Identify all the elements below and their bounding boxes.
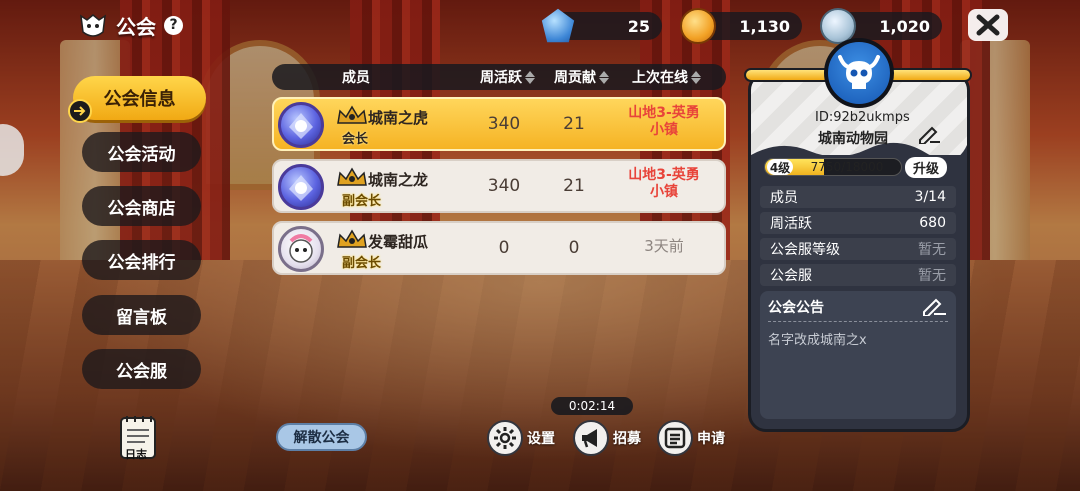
apply-label: 申请 (697, 431, 725, 447)
close-icon (976, 14, 1000, 36)
gem-amount: 25 (627, 16, 650, 36)
member-table-header: 成员 周活跃 周贡献 上次在线 (272, 64, 726, 90)
weekly-active-value: 340 (487, 114, 521, 134)
sort-icon (525, 70, 535, 84)
weekly-active-value: 0 (498, 238, 510, 258)
nav-guild-ranking[interactable]: 公会排行 (82, 240, 201, 280)
crown-badge-icon (337, 167, 367, 186)
gem-counter[interactable]: 25 (541, 8, 662, 43)
megaphone-icon (573, 420, 609, 456)
col-member: 成员 (342, 70, 370, 86)
stat-guild-server: 公会服 暂无 (760, 264, 956, 286)
page-title: 公会 (116, 14, 156, 39)
guild-logo-icon (80, 14, 106, 37)
log-button[interactable]: 日志 (117, 414, 159, 464)
horned-skull-icon (838, 55, 880, 89)
stat-value: 暂无 (918, 268, 946, 284)
last-online-value: 山地3-英勇 小镇 (614, 167, 714, 201)
table-row[interactable]: 城南之龙 副会长 340 21 山地3-英勇 小镇 (272, 159, 726, 213)
avatar (278, 226, 324, 272)
nav-guild-activity[interactable]: 公会活动 (82, 132, 201, 172)
divider (768, 321, 948, 322)
stat-weekly-active: 周活跃 680 (760, 212, 956, 234)
col-last-online-label: 上次在线 (632, 70, 688, 86)
recruit-label: 招募 (613, 431, 641, 447)
crown-badge-icon (337, 105, 367, 124)
guild-notice: 公会公告 名字改成城南之x (760, 291, 956, 419)
col-weekly-active-label: 周活跃 (480, 70, 522, 86)
guild-name: 城南动物园 (818, 131, 888, 147)
stat-members: 成员 3/14 (760, 186, 956, 208)
last-online-line-1: 山地3-英勇 (628, 167, 700, 183)
table-row[interactable]: 发霉甜瓜 副会长 0 0 3天前 (272, 221, 726, 275)
coin-icon (680, 8, 716, 44)
edit-pencil-icon[interactable] (920, 296, 946, 316)
last-online-value: 山地3-英勇 小镇 (614, 105, 714, 139)
log-label: 日志 (125, 448, 147, 461)
nav-guild-info[interactable]: 公会信息 (73, 76, 206, 120)
member-role: 副会长 (342, 194, 382, 209)
stat-value: 3/14 (914, 189, 946, 205)
gear-icon (487, 420, 523, 456)
stat-label: 成员 (770, 190, 798, 206)
notice-title: 公会公告 (768, 300, 824, 316)
countdown-timer: 0:02:14 (551, 397, 633, 415)
upgrade-button[interactable]: 升级 (905, 157, 947, 178)
settings-label: 设置 (527, 431, 555, 447)
stat-value: 暂无 (918, 242, 946, 258)
last-online-line-2: 小镇 (650, 184, 678, 200)
disband-guild-button[interactable]: 解散公会 (276, 423, 367, 451)
list-icon (657, 420, 693, 456)
last-online-line-1: 山地3-英勇 (628, 105, 700, 121)
avatar (278, 102, 324, 148)
member-role: 会长 (342, 132, 369, 147)
avatar (278, 164, 324, 210)
weekly-active-value: 340 (487, 176, 521, 196)
recruit-button[interactable]: 招募 (573, 420, 641, 456)
last-online-value: 3天前 (644, 237, 684, 255)
guild-level-badge: 4级 (767, 159, 793, 175)
col-weekly-active-sort[interactable]: 周活跃 (480, 64, 535, 90)
crown-badge-icon (337, 229, 367, 248)
member-role: 副会长 (342, 256, 382, 271)
help-icon[interactable]: ? (164, 15, 183, 35)
apply-button[interactable]: 申请 (657, 420, 725, 456)
notice-text: 名字改成城南之x (768, 333, 867, 348)
stat-label: 公会服 (770, 268, 812, 284)
weekly-contrib-value: 21 (563, 114, 585, 134)
weekly-contrib-value: 21 (563, 176, 585, 196)
col-weekly-contrib-label: 周贡献 (554, 70, 596, 86)
arrow-right-icon (68, 99, 92, 123)
edit-pencil-icon[interactable] (916, 124, 940, 144)
nav-guild-server[interactable]: 公会服 (82, 349, 201, 389)
member-name: 城南之虎 (368, 109, 429, 127)
member-name: 发霉甜瓜 (368, 233, 429, 251)
close-button[interactable] (968, 9, 1008, 41)
guild-emblem (824, 38, 894, 108)
nav-guild-shop[interactable]: 公会商店 (82, 186, 201, 226)
guild-exp-bar: 7750/18000 4级 (764, 158, 902, 176)
col-weekly-contrib-sort[interactable]: 周贡献 (554, 64, 609, 90)
member-name: 城南之龙 (368, 171, 429, 189)
sort-icon (691, 70, 701, 84)
settings-button[interactable]: 设置 (487, 420, 555, 456)
table-row[interactable]: 城南之虎 会长 340 21 山地3-英勇 小镇 (272, 97, 726, 151)
header: 公会 ? (78, 10, 183, 40)
stat-label: 公会服等级 (770, 242, 840, 258)
silver-counter[interactable]: 1,020 (820, 8, 942, 44)
stat-label: 周活跃 (770, 216, 812, 232)
silver-amount: 1,020 (879, 16, 930, 36)
coin-amount: 1,130 (739, 16, 790, 36)
guild-id: ID:92b2ukmps (815, 110, 910, 125)
coin-counter[interactable]: 1,130 (680, 8, 802, 44)
stat-value: 680 (919, 215, 946, 231)
nav-message-board[interactable]: 留言板 (82, 295, 201, 335)
sort-icon (599, 70, 609, 84)
weekly-contrib-value: 0 (568, 238, 580, 258)
stat-guild-server-level: 公会服等级 暂无 (760, 238, 956, 260)
last-online-line-2: 小镇 (650, 122, 678, 138)
col-last-online-sort[interactable]: 上次在线 (632, 64, 701, 90)
